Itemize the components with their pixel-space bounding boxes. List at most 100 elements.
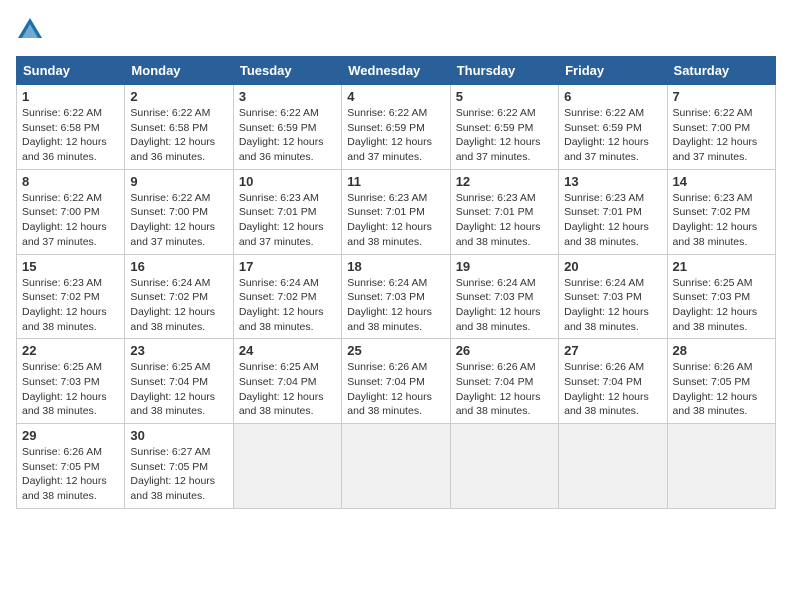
logo-icon (16, 16, 44, 44)
calendar-header-thursday: Thursday (450, 57, 558, 85)
day-info: Sunrise: 6:26 AMSunset: 7:05 PMDaylight:… (22, 445, 119, 504)
calendar-week-2: 8 Sunrise: 6:22 AMSunset: 7:00 PMDaylight… (17, 169, 776, 254)
calendar-header-friday: Friday (559, 57, 667, 85)
day-info: Sunrise: 6:26 AMSunset: 7:05 PMDaylight:… (673, 360, 770, 419)
day-number: 3 (239, 89, 336, 104)
calendar-cell: 29 Sunrise: 6:26 AMSunset: 7:05 PMDayligh… (17, 424, 125, 509)
day-info: Sunrise: 6:23 AMSunset: 7:01 PMDaylight:… (456, 191, 553, 250)
calendar-cell: 4 Sunrise: 6:22 AMSunset: 6:59 PMDaylight… (342, 85, 450, 170)
day-info: Sunrise: 6:25 AMSunset: 7:04 PMDaylight:… (130, 360, 227, 419)
day-number: 23 (130, 343, 227, 358)
day-number: 14 (673, 174, 770, 189)
calendar-cell: 15Sunrise: 6:23 AMSunset: 7:02 PMDayligh… (17, 254, 125, 339)
day-number: 16 (130, 259, 227, 274)
day-info: Sunrise: 6:26 AMSunset: 7:04 PMDaylight:… (347, 360, 444, 419)
calendar-table: SundayMondayTuesdayWednesdayThursdayFrid… (16, 56, 776, 509)
day-number: 2 (130, 89, 227, 104)
logo (16, 16, 48, 44)
day-info: Sunrise: 6:24 AMSunset: 7:02 PMDaylight:… (239, 276, 336, 335)
day-info: Sunrise: 6:24 AMSunset: 7:03 PMDaylight:… (456, 276, 553, 335)
day-number: 1 (22, 89, 119, 104)
day-info: Sunrise: 6:23 AMSunset: 7:01 PMDaylight:… (239, 191, 336, 250)
calendar-cell: 5 Sunrise: 6:22 AMSunset: 6:59 PMDaylight… (450, 85, 558, 170)
day-number: 13 (564, 174, 661, 189)
day-info: Sunrise: 6:25 AMSunset: 7:03 PMDaylight:… (22, 360, 119, 419)
calendar-cell: 26 Sunrise: 6:26 AMSunset: 7:04 PMDayligh… (450, 339, 558, 424)
day-info: Sunrise: 6:26 AMSunset: 7:04 PMDaylight:… (564, 360, 661, 419)
calendar-cell: 10 Sunrise: 6:23 AMSunset: 7:01 PMDayligh… (233, 169, 341, 254)
day-number: 29 (22, 428, 119, 443)
calendar-cell: 8 Sunrise: 6:22 AMSunset: 7:00 PMDaylight… (17, 169, 125, 254)
calendar-cell: 27 Sunrise: 6:26 AMSunset: 7:04 PMDayligh… (559, 339, 667, 424)
calendar-cell (450, 424, 558, 509)
calendar-cell: 14 Sunrise: 6:23 AMSunset: 7:02 PMDayligh… (667, 169, 775, 254)
day-info: Sunrise: 6:22 AMSunset: 6:59 PMDaylight:… (456, 106, 553, 165)
day-number: 30 (130, 428, 227, 443)
calendar-week-4: 22Sunrise: 6:25 AMSunset: 7:03 PMDayligh… (17, 339, 776, 424)
day-number: 27 (564, 343, 661, 358)
calendar-cell: 18 Sunrise: 6:24 AMSunset: 7:03 PMDayligh… (342, 254, 450, 339)
calendar-cell: 6Sunrise: 6:22 AMSunset: 6:59 PMDaylight… (559, 85, 667, 170)
day-number: 12 (456, 174, 553, 189)
calendar-cell: 25Sunrise: 6:26 AMSunset: 7:04 PMDayligh… (342, 339, 450, 424)
day-number: 10 (239, 174, 336, 189)
calendar-cell: 3 Sunrise: 6:22 AMSunset: 6:59 PMDaylight… (233, 85, 341, 170)
day-info: Sunrise: 6:22 AMSunset: 6:58 PMDaylight:… (22, 106, 119, 165)
day-info: Sunrise: 6:26 AMSunset: 7:04 PMDaylight:… (456, 360, 553, 419)
day-number: 5 (456, 89, 553, 104)
day-info: Sunrise: 6:25 AMSunset: 7:03 PMDaylight:… (673, 276, 770, 335)
day-number: 28 (673, 343, 770, 358)
day-number: 21 (673, 259, 770, 274)
calendar-cell: 1 Sunrise: 6:22 AMSunset: 6:58 PMDaylight… (17, 85, 125, 170)
calendar-cell (559, 424, 667, 509)
calendar-cell (342, 424, 450, 509)
calendar-cell: 24 Sunrise: 6:25 AMSunset: 7:04 PMDayligh… (233, 339, 341, 424)
day-info: Sunrise: 6:23 AMSunset: 7:01 PMDaylight:… (347, 191, 444, 250)
calendar-cell: 22Sunrise: 6:25 AMSunset: 7:03 PMDayligh… (17, 339, 125, 424)
day-info: Sunrise: 6:27 AMSunset: 7:05 PMDaylight:… (130, 445, 227, 504)
calendar-cell: 13 Sunrise: 6:23 AMSunset: 7:01 PMDayligh… (559, 169, 667, 254)
calendar-cell: 2 Sunrise: 6:22 AMSunset: 6:58 PMDaylight… (125, 85, 233, 170)
day-number: 6 (564, 89, 661, 104)
calendar-week-5: 29 Sunrise: 6:26 AMSunset: 7:05 PMDayligh… (17, 424, 776, 509)
day-info: Sunrise: 6:22 AMSunset: 6:58 PMDaylight:… (130, 106, 227, 165)
calendar-cell: 7 Sunrise: 6:22 AMSunset: 7:00 PMDaylight… (667, 85, 775, 170)
day-info: Sunrise: 6:23 AMSunset: 7:02 PMDaylight:… (673, 191, 770, 250)
day-info: Sunrise: 6:24 AMSunset: 7:02 PMDaylight:… (130, 276, 227, 335)
calendar-header-monday: Monday (125, 57, 233, 85)
day-number: 9 (130, 174, 227, 189)
day-number: 20 (564, 259, 661, 274)
day-info: Sunrise: 6:22 AMSunset: 6:59 PMDaylight:… (239, 106, 336, 165)
day-info: Sunrise: 6:22 AMSunset: 7:00 PMDaylight:… (673, 106, 770, 165)
calendar-cell: 17Sunrise: 6:24 AMSunset: 7:02 PMDayligh… (233, 254, 341, 339)
day-info: Sunrise: 6:23 AMSunset: 7:01 PMDaylight:… (564, 191, 661, 250)
day-info: Sunrise: 6:22 AMSunset: 6:59 PMDaylight:… (347, 106, 444, 165)
day-info: Sunrise: 6:24 AMSunset: 7:03 PMDaylight:… (564, 276, 661, 335)
day-number: 4 (347, 89, 444, 104)
calendar-header-row: SundayMondayTuesdayWednesdayThursdayFrid… (17, 57, 776, 85)
day-number: 24 (239, 343, 336, 358)
day-info: Sunrise: 6:22 AMSunset: 7:00 PMDaylight:… (22, 191, 119, 250)
day-number: 8 (22, 174, 119, 189)
calendar-week-3: 15Sunrise: 6:23 AMSunset: 7:02 PMDayligh… (17, 254, 776, 339)
calendar-cell: 19 Sunrise: 6:24 AMSunset: 7:03 PMDayligh… (450, 254, 558, 339)
day-info: Sunrise: 6:24 AMSunset: 7:03 PMDaylight:… (347, 276, 444, 335)
calendar-cell: 11 Sunrise: 6:23 AMSunset: 7:01 PMDayligh… (342, 169, 450, 254)
calendar-header-sunday: Sunday (17, 57, 125, 85)
calendar-cell: 9Sunrise: 6:22 AMSunset: 7:00 PMDaylight… (125, 169, 233, 254)
calendar-cell: 20 Sunrise: 6:24 AMSunset: 7:03 PMDayligh… (559, 254, 667, 339)
calendar-cell (667, 424, 775, 509)
day-number: 18 (347, 259, 444, 274)
day-number: 26 (456, 343, 553, 358)
calendar-cell: 12 Sunrise: 6:23 AMSunset: 7:01 PMDayligh… (450, 169, 558, 254)
day-number: 11 (347, 174, 444, 189)
calendar-cell: 30 Sunrise: 6:27 AMSunset: 7:05 PMDayligh… (125, 424, 233, 509)
calendar-header-saturday: Saturday (667, 57, 775, 85)
day-number: 15 (22, 259, 119, 274)
calendar-header-tuesday: Tuesday (233, 57, 341, 85)
calendar-cell (233, 424, 341, 509)
day-number: 7 (673, 89, 770, 104)
day-info: Sunrise: 6:25 AMSunset: 7:04 PMDaylight:… (239, 360, 336, 419)
day-number: 19 (456, 259, 553, 274)
calendar-header-wednesday: Wednesday (342, 57, 450, 85)
